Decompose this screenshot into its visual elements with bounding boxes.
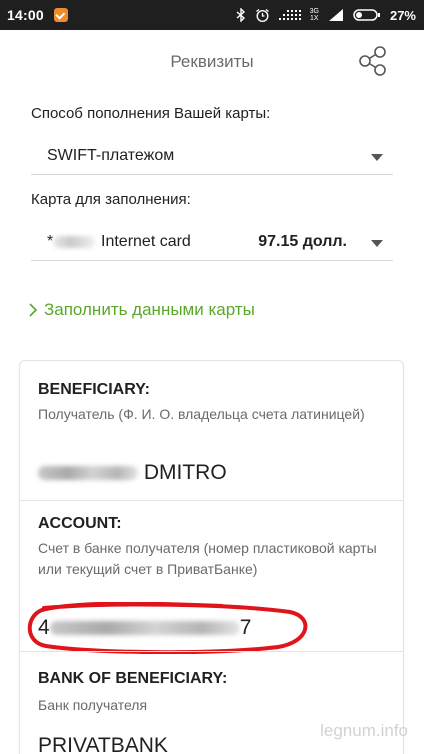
beneficiary-redacted [38,466,138,481]
battery-percent: 27% [389,7,416,23]
account-title: ACCOUNT: [38,515,122,532]
network-type-bottom: 1X [310,15,319,22]
account-value-first: 4 [38,616,50,639]
chevron-right-icon [29,303,38,317]
details-card: BENEFICIARY: Получатель (Ф. И. О. владел… [19,360,404,754]
method-value: SWIFT-платежом [47,147,175,164]
share-icon [359,46,386,76]
bluetooth-icon [236,8,245,22]
share-button[interactable] [356,44,390,78]
battery-icon [353,9,380,21]
card-number-redacted [53,236,95,248]
signal-dots-icon [278,10,301,20]
account-section: ACCOUNT: Счет в банке получателя (номер … [20,501,403,654]
account-value: 47 [38,616,251,640]
bank-value: PRIVATBANK [38,734,168,754]
method-label: Способ пополнения Вашей карты: [31,105,271,122]
chevron-down-icon [371,154,383,161]
account-description: Счет в банке получателя (номер пластиков… [38,540,377,577]
card-amount: 97.15 долл. [258,233,347,250]
alarm-icon [255,8,269,22]
notification-icon [53,8,68,22]
method-select[interactable]: SWIFT-платежом [31,139,393,175]
bank-title: BANK OF BENEFICIARY: [38,670,228,687]
account-value-last: 7 [239,616,252,639]
network-type-top: 3G [309,8,319,15]
card-name: Internet card [101,233,191,250]
fill-card-data-label: Заполнить данными карты [44,300,255,319]
status-icons: 3G 1X 27% [236,8,416,23]
top-bar: Реквизиты [0,30,424,94]
fill-card-data-link[interactable]: Заполнить данными карты [28,300,255,320]
screen: 14:00 3G 1X 27% Реквизиты Способ пополне… [0,0,424,754]
status-time: 14:00 [7,7,44,23]
card-select[interactable]: * Internet card 97.15 долл. [31,225,393,261]
cellular-signal-icon [328,9,343,21]
beneficiary-name: DMITRO [143,461,227,484]
beneficiary-title: BENEFICIARY: [38,381,150,398]
beneficiary-description: Получатель (Ф. И. О. владельца счета лат… [38,406,365,422]
card-label: Карта для заполнения: [31,191,191,208]
chevron-down-icon [371,240,383,247]
watermark: legnum.info [320,721,408,740]
account-redacted [49,621,240,636]
network-type: 3G 1X [310,8,319,22]
status-bar: 14:00 3G 1X 27% [0,0,424,30]
beneficiary-section: BENEFICIARY: Получатель (Ф. И. О. владел… [20,361,403,500]
beneficiary-value: DMITRO [38,461,227,485]
bank-description: Банк получателя [38,697,148,713]
